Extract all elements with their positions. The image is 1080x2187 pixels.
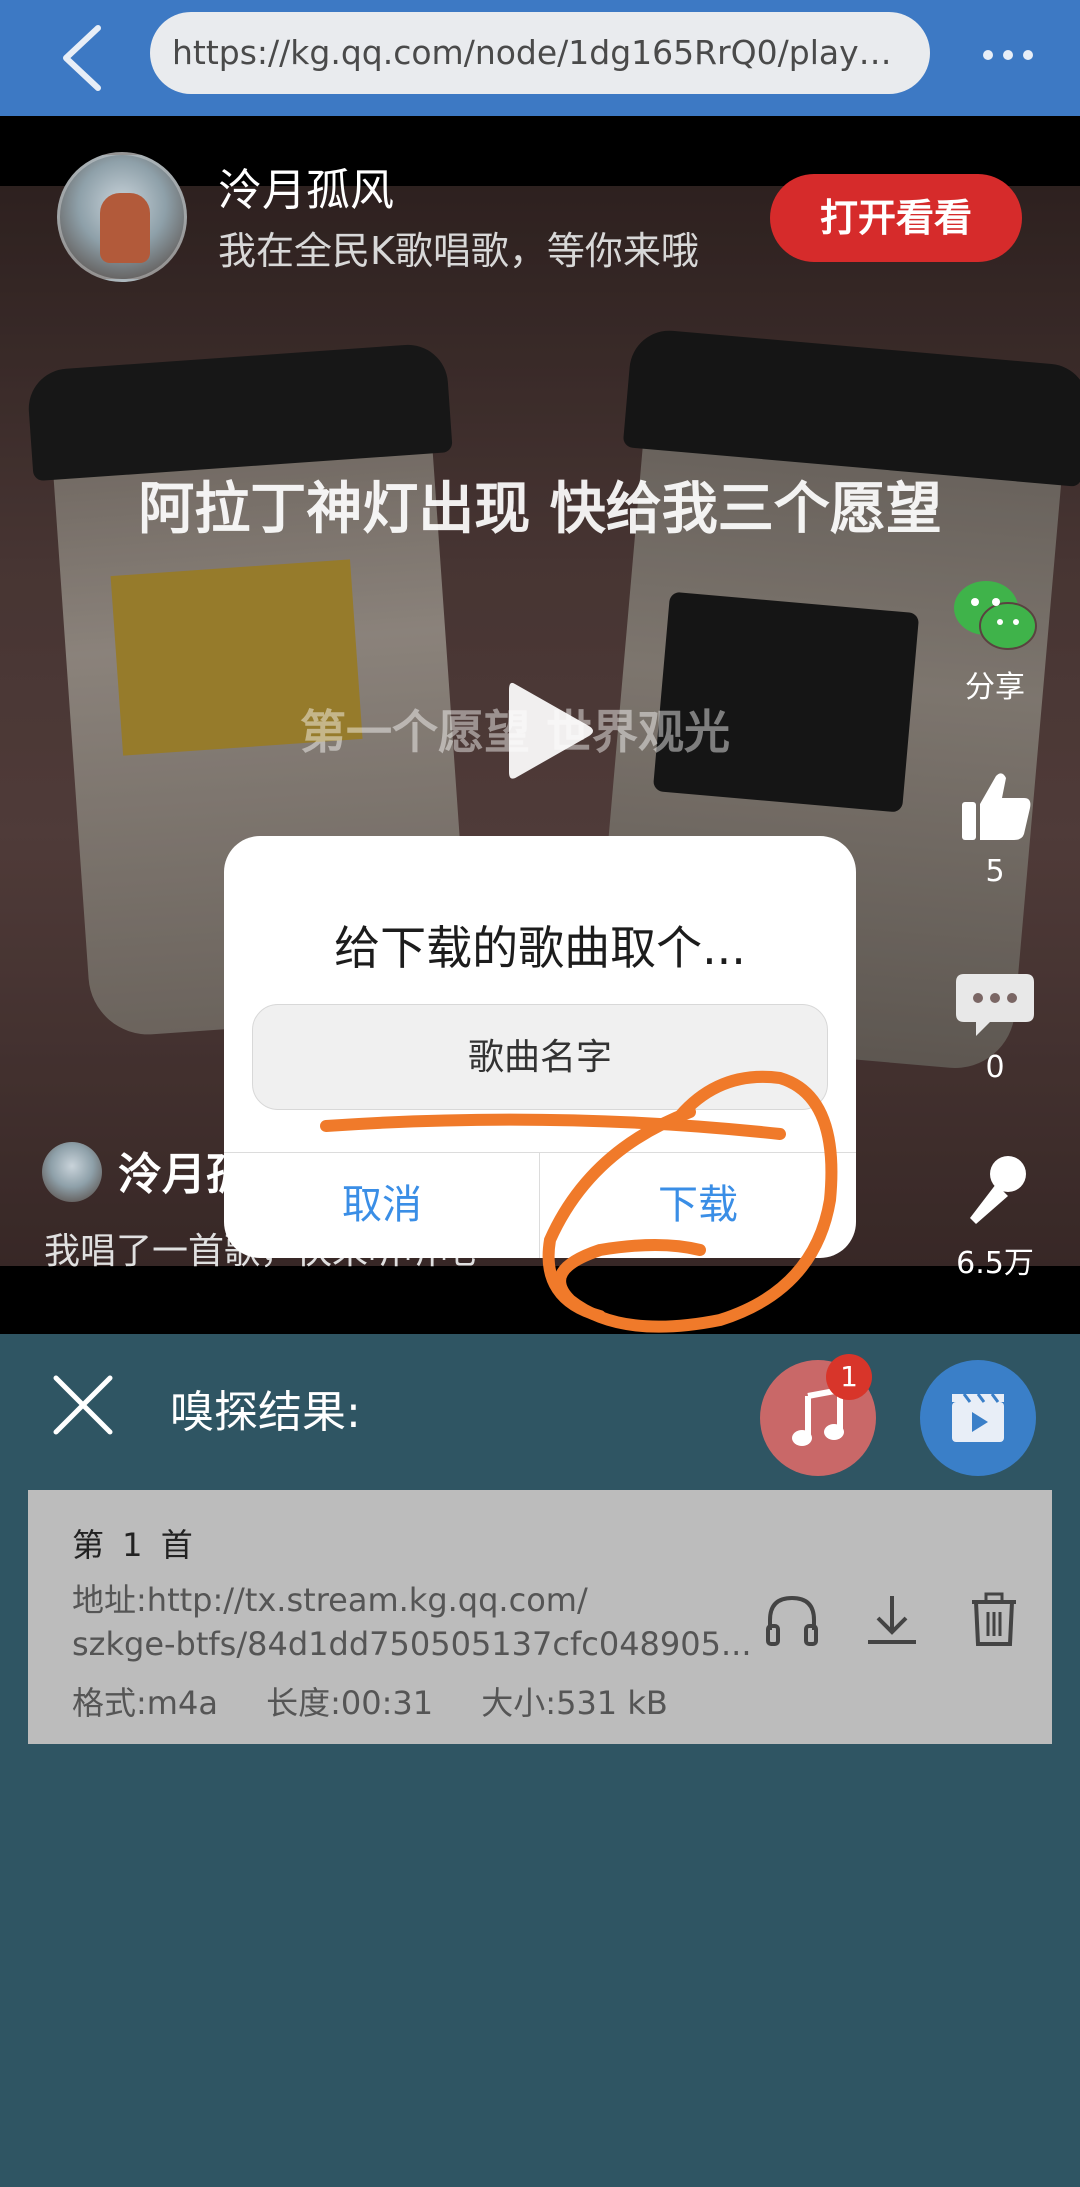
comment-icon — [956, 974, 1034, 1036]
result-url: 地址:http://tx.stream.kg.qq.com/ szkge-btf… — [72, 1578, 772, 1666]
headphones-icon[interactable] — [762, 1590, 822, 1650]
result-meta: 格式:m4a 长度:00:31 大小:531 kB — [72, 1678, 706, 1724]
sniff-result-item[interactable]: 第 1 首 地址:http://tx.stream.kg.qq.com/ szk… — [28, 1490, 1052, 1744]
user-avatar[interactable] — [57, 152, 187, 282]
sing-count: 6.5万 — [956, 1246, 1034, 1281]
song-title: 阿拉丁神灯出现 快给我三个愿望 — [138, 477, 942, 542]
result-size: 大小:531 kB — [481, 1684, 668, 1722]
microphone-icon — [970, 1156, 1026, 1224]
cancel-button[interactable]: 取消 — [224, 1152, 540, 1258]
result-url-line2: szkge-btfs/84d1dd750505137cfc048905... — [72, 1625, 752, 1663]
like-button[interactable]: 5 — [950, 768, 1040, 889]
video-filter-button[interactable] — [920, 1360, 1036, 1476]
dialog-title: 给下载的歌曲取个... — [334, 921, 746, 975]
share-button[interactable]: 分享 — [950, 576, 1040, 706]
back-arrow-icon[interactable] — [48, 18, 128, 98]
open-app-button[interactable]: 打开看看 — [770, 174, 1022, 262]
trash-icon[interactable] — [964, 1590, 1024, 1650]
sniff-title: 嗅探结果: — [170, 1387, 361, 1438]
download-confirm-button[interactable]: 下载 — [540, 1152, 856, 1258]
more-menu-icon[interactable] — [980, 30, 1036, 80]
sing-button[interactable]: 6.5万 — [950, 1152, 1040, 1282]
download-icon[interactable] — [862, 1590, 922, 1650]
video-clapper-icon — [952, 1393, 1004, 1442]
user-name: 泠月孤风 — [218, 165, 394, 216]
result-format: 格式:m4a — [72, 1684, 218, 1722]
rename-dialog: 给下载的歌曲取个... 歌曲名字 取消 下载 — [224, 836, 856, 1258]
user-subtitle: 我在全民K歌唱歌，等你来哦 — [218, 229, 699, 273]
comment-count: 0 — [985, 1050, 1005, 1085]
music-count-badge: 1 — [826, 1354, 872, 1400]
song-name-input[interactable]: 歌曲名字 — [252, 1004, 828, 1110]
comment-button[interactable]: 0 — [950, 964, 1040, 1085]
close-icon[interactable] — [50, 1372, 116, 1438]
like-count: 5 — [985, 854, 1005, 889]
wechat-icon — [954, 581, 1037, 650]
share-label: 分享 — [965, 670, 1025, 705]
result-length: 长度:00:31 — [266, 1684, 434, 1722]
result-index: 第 1 首 — [72, 1526, 197, 1564]
sniff-panel-header: 嗅探结果: 1 — [0, 1334, 1080, 1476]
url-bar[interactable]: https://kg.qq.com/node/1dg165RrQ0/play_v… — [150, 12, 930, 94]
bottom-avatar[interactable] — [42, 1142, 102, 1202]
play-icon[interactable] — [505, 676, 595, 786]
thumbs-up-icon — [962, 773, 1031, 840]
browser-toolbar: https://kg.qq.com/node/1dg165RrQ0/play_v… — [0, 0, 1080, 116]
result-url-line1: 地址:http://tx.stream.kg.qq.com/ — [72, 1581, 588, 1619]
